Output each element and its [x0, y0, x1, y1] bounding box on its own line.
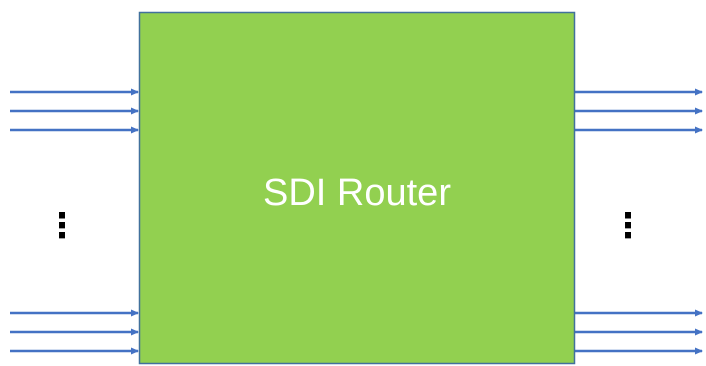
router-label: SDI Router: [263, 172, 451, 214]
sdi-router-diagram: SDI Router ⋮ ⋮: [10, 11, 703, 365]
output-ellipsis: ⋮: [611, 206, 645, 246]
input-ellipsis: ⋮: [45, 206, 79, 246]
